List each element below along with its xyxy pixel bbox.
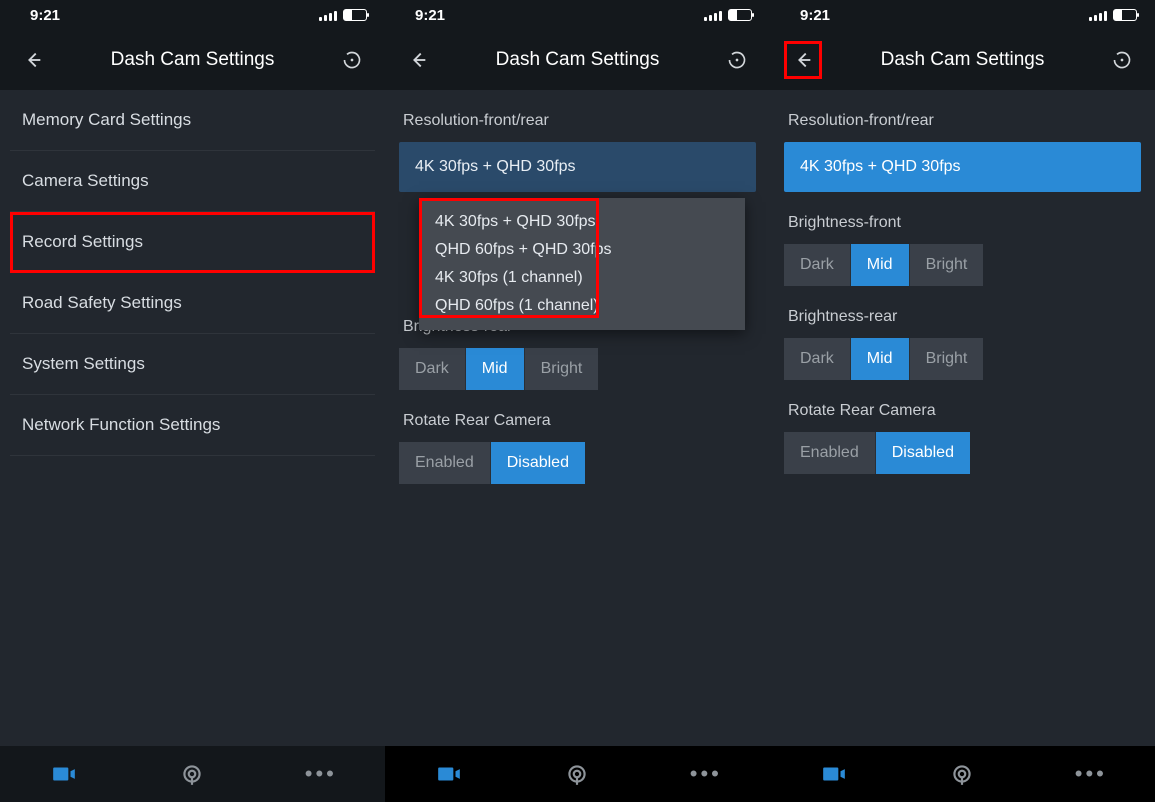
brightness-rear-mid[interactable]: Mid [851,338,910,380]
settings-item-road-safety[interactable]: Road Safety Settings [10,273,375,334]
back-button[interactable] [14,41,52,79]
tab-bar: ••• [0,746,385,802]
brightness-rear-group: Dark Mid Bright [399,348,756,390]
screen-record-selected: 9:21 Dash Cam Settings Resolution-front/… [770,0,1155,802]
tab-more[interactable]: ••• [1027,746,1155,802]
settings-item-system[interactable]: System Settings [10,334,375,395]
brightness-rear-bright[interactable]: Bright [910,338,984,380]
resolution-option-0[interactable]: 4K 30fps + QHD 30fps [419,208,745,236]
nav-header: Dash Cam Settings [770,30,1155,90]
more-icon: ••• [1075,761,1107,787]
status-time: 9:21 [800,7,830,24]
rotate-enabled[interactable]: Enabled [399,442,491,484]
brightness-rear-bright[interactable]: Bright [525,348,599,390]
back-button[interactable] [399,41,437,79]
resolution-option-3[interactable]: QHD 60fps (1 channel) [419,292,745,320]
screen-settings-list: 9:21 Dash Cam Settings Memory Card Setti… [0,0,385,802]
reset-button[interactable] [1103,41,1141,79]
content-area: Resolution-front/rear 4K 30fps + QHD 30f… [770,90,1155,746]
resolution-option-2[interactable]: 4K 30fps (1 channel) [419,264,745,292]
tab-bar: ••• [385,746,770,802]
tab-broadcast[interactable] [898,746,1026,802]
battery-icon [1113,9,1137,21]
tab-camera[interactable] [0,746,128,802]
brightness-front-dark[interactable]: Dark [784,244,851,286]
brightness-rear-mid[interactable]: Mid [466,348,525,390]
brightness-front-label: Brightness-front [770,192,1155,244]
reset-button[interactable] [718,41,756,79]
resolution-label: Resolution-front/rear [770,90,1155,142]
nav-header: Dash Cam Settings [0,30,385,90]
status-time: 9:21 [415,7,445,24]
rotate-label: Rotate Rear Camera [385,390,770,442]
page-title: Dash Cam Settings [822,49,1103,71]
content-area: Resolution-front/rear 4K 30fps + QHD 30f… [385,90,770,746]
brightness-front-group: Dark Mid Bright [784,244,1141,286]
status-time: 9:21 [30,7,60,24]
page-title: Dash Cam Settings [52,49,333,71]
resolution-label: Resolution-front/rear [385,90,770,142]
resolution-select[interactable]: 4K 30fps + QHD 30fps [399,142,756,192]
status-right [704,9,752,21]
brightness-rear-dark[interactable]: Dark [784,338,851,380]
settings-item-camera[interactable]: Camera Settings [10,151,375,212]
reset-button[interactable] [333,41,371,79]
content-area: Memory Card Settings Camera Settings Rec… [0,90,385,746]
resolution-select[interactable]: 4K 30fps + QHD 30fps [784,142,1141,192]
resolution-dropdown: 4K 30fps + QHD 30fps QHD 60fps + QHD 30f… [419,198,745,330]
status-bar: 9:21 [385,0,770,30]
brightness-rear-label: Brightness-rear [770,286,1155,338]
settings-item-record[interactable]: Record Settings [10,212,375,273]
status-bar: 9:21 [0,0,385,30]
rotate-enabled[interactable]: Enabled [784,432,876,474]
rotate-label: Rotate Rear Camera [770,380,1155,432]
tab-more[interactable]: ••• [257,746,385,802]
tab-broadcast[interactable] [128,746,256,802]
tab-camera[interactable] [770,746,898,802]
battery-icon [343,9,367,21]
page-title: Dash Cam Settings [437,49,718,71]
settings-item-memory-card[interactable]: Memory Card Settings [10,90,375,151]
signal-icon [704,9,722,21]
more-icon: ••• [690,761,722,787]
tab-broadcast[interactable] [513,746,641,802]
rotate-disabled[interactable]: Disabled [876,432,970,474]
brightness-front-bright[interactable]: Bright [910,244,984,286]
brightness-rear-group: Dark Mid Bright [784,338,1141,380]
battery-icon [728,9,752,21]
screen-record-dropdown: 9:21 Dash Cam Settings Resolution-front/… [385,0,770,802]
resolution-option-1[interactable]: QHD 60fps + QHD 30fps [419,236,745,264]
status-bar: 9:21 [770,0,1155,30]
nav-header: Dash Cam Settings [385,30,770,90]
rotate-group: Enabled Disabled [784,432,1141,474]
tab-bar: ••• [770,746,1155,802]
brightness-rear-dark[interactable]: Dark [399,348,466,390]
signal-icon [319,9,337,21]
settings-item-network[interactable]: Network Function Settings [10,395,375,456]
status-right [1089,9,1137,21]
more-icon: ••• [305,761,337,787]
rotate-group: Enabled Disabled [399,442,756,484]
tab-camera[interactable] [385,746,513,802]
status-right [319,9,367,21]
settings-list: Memory Card Settings Camera Settings Rec… [0,90,385,456]
brightness-front-mid[interactable]: Mid [851,244,910,286]
tab-more[interactable]: ••• [642,746,770,802]
signal-icon [1089,9,1107,21]
back-button[interactable] [784,41,822,79]
rotate-disabled[interactable]: Disabled [491,442,585,484]
